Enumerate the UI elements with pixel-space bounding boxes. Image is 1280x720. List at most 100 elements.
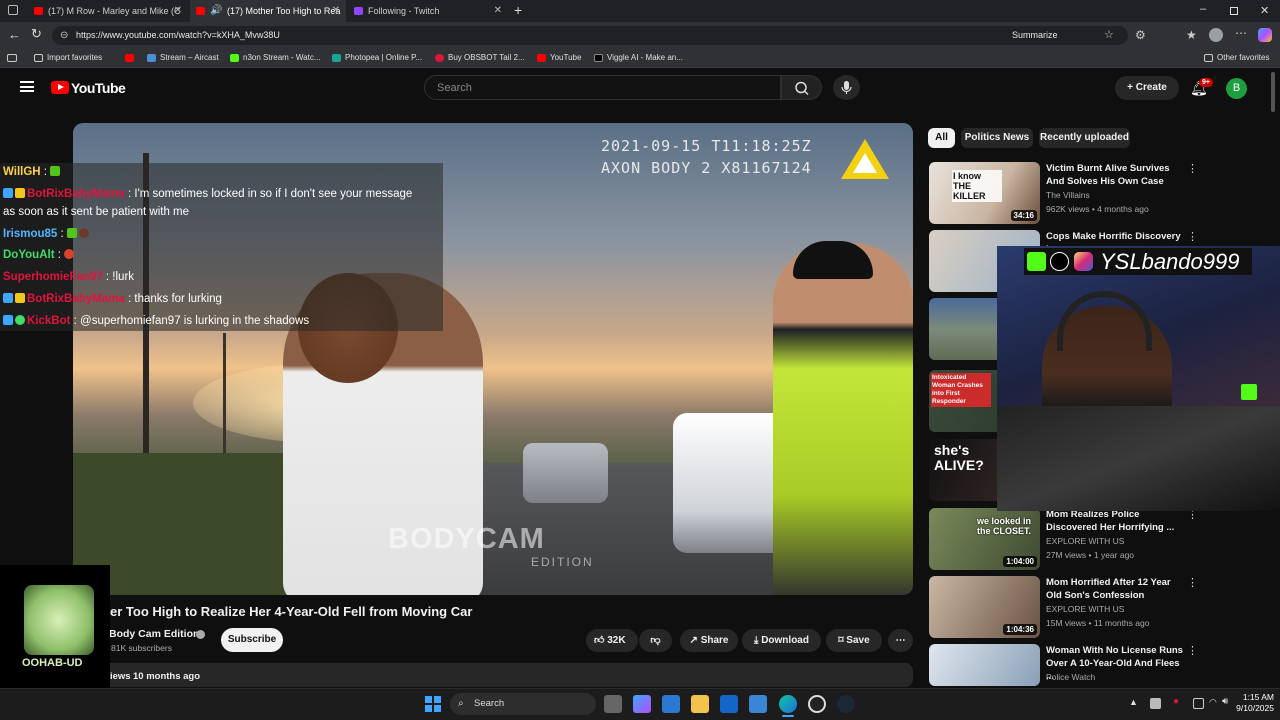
recommendation-title: Victim Burnt Alive Survives And Solves H… <box>1046 163 1170 187</box>
chip-recently-uploaded[interactable]: Recently uploaded <box>1039 128 1130 148</box>
more-vertical-icon[interactable]: ⋮ <box>1187 230 1198 243</box>
more-menu-icon[interactable]: ⋯ <box>1235 26 1247 40</box>
search-input[interactable]: Search <box>424 75 781 100</box>
kick-badge-icon <box>1241 384 1257 400</box>
tab-twitch-following[interactable]: Following - Twitch ✕ <box>348 0 508 22</box>
scrollbar-thumb[interactable] <box>1271 72 1275 112</box>
url-field[interactable]: ⊝ https://www.youtube.com/watch?v=kXHA_M… <box>52 26 1128 45</box>
hamburger-menu-icon[interactable] <box>20 81 34 92</box>
new-tab-icon[interactable]: + <box>514 2 522 18</box>
account-avatar[interactable]: B <box>1226 78 1247 99</box>
tray-mic-icon[interactable]: ● <box>1173 696 1179 707</box>
like-button[interactable]: 👍︎ 32K <box>586 629 638 652</box>
tab-actions-icon[interactable] <box>8 5 18 15</box>
view-count: iews <box>110 671 131 682</box>
tray-app-icon[interactable] <box>1150 698 1161 709</box>
restore-icon[interactable] <box>1230 7 1238 15</box>
back-icon[interactable]: ← <box>8 27 21 42</box>
bookmark-aircast[interactable]: Stream – Aircast <box>147 48 219 68</box>
network-icon[interactable]: ◠ <box>1209 697 1217 708</box>
more-actions-button[interactable]: ⋯ <box>888 629 913 652</box>
chip-all[interactable]: All <box>928 128 955 148</box>
save-button[interactable]: ⌑ Save <box>826 629 882 652</box>
dislike-button[interactable]: 👎︎ <box>639 629 672 652</box>
speaker-icon[interactable]: 🔊 <box>210 0 222 22</box>
close-window-icon[interactable]: ✕ <box>1260 4 1269 17</box>
video-thumbnail: we looked in the CLOSET. 1:04:00 <box>929 508 1040 570</box>
favorite-star-icon[interactable]: ☆ <box>1104 26 1114 45</box>
bookmark-n3on[interactable]: n3on Stream - Watc... <box>230 48 321 68</box>
parked-car <box>523 443 608 503</box>
share-icon: ↗ <box>689 635 701 646</box>
axon-logo-icon <box>841 139 889 179</box>
bot-badge-icon <box>3 188 13 198</box>
taskbar-search-input[interactable]: ⌕ Search <box>450 693 596 715</box>
refresh-icon[interactable]: ↻ <box>31 26 42 42</box>
chat-message: BotRixBabyMama : I'm sometimes locked in… <box>3 188 412 200</box>
file-explorer-icon[interactable] <box>691 695 709 713</box>
site-info-icon[interactable]: ⊝ <box>60 26 68 45</box>
more-vertical-icon[interactable]: ⋮ <box>1187 576 1198 589</box>
voice-search-button[interactable] <box>833 75 860 100</box>
subscribe-button[interactable]: Subscribe <box>221 628 283 652</box>
chat-username: WillGH <box>3 166 41 178</box>
obsbot-favicon-icon <box>435 54 444 62</box>
favorites-icon[interactable]: ★ <box>1186 28 1197 42</box>
recommendation-item[interactable]: I know THE KILLER 34:16 Victim Burnt Ali… <box>929 162 1269 226</box>
sidebar-toggle-icon[interactable] <box>7 54 17 62</box>
summarize-button[interactable]: Summarize <box>1012 26 1058 45</box>
tray-overflow-icon[interactable]: ▲ <box>1129 697 1138 707</box>
bookmark-photopea[interactable]: Photopea | Online P... <box>332 48 422 68</box>
twitch-favicon-icon <box>354 7 363 15</box>
close-tab-icon[interactable]: ✕ <box>494 0 502 22</box>
more-vertical-icon[interactable]: ⋮ <box>1187 162 1198 175</box>
task-view-icon[interactable] <box>604 695 622 713</box>
share-button[interactable]: ↗ Share <box>680 629 738 652</box>
recommendation-item[interactable]: we looked in the CLOSET. 1:04:00 Mom Rea… <box>929 508 1269 572</box>
bookmark-obsbot[interactable]: Buy OBSBOT Tail 2... <box>435 48 525 68</box>
chat-text: thanks for lurking <box>134 293 222 305</box>
search-button[interactable] <box>781 75 822 100</box>
copilot-taskbar-icon[interactable] <box>633 695 651 713</box>
share-label: Share <box>700 635 729 646</box>
chip-politics-news[interactable]: Politics News <box>961 128 1033 148</box>
close-tab-icon[interactable]: ✕ <box>332 0 340 22</box>
chat-separator: : <box>124 293 135 305</box>
obs-icon[interactable] <box>808 695 826 713</box>
verified-check-icon <box>196 630 205 639</box>
profile-avatar[interactable] <box>1209 28 1223 42</box>
close-tab-icon[interactable]: ✕ <box>174 0 182 22</box>
tab-mother-too-high[interactable]: 🔊 (17) Mother Too High to Rea ✕ <box>190 0 346 22</box>
copilot-icon[interactable] <box>1258 28 1272 42</box>
bookmark-import-favorites[interactable]: Import favorites <box>34 48 102 68</box>
windows-start-icon[interactable] <box>425 696 441 712</box>
steam-icon[interactable] <box>837 695 855 713</box>
recommendation-title: Mom Realizes Police Discovered Her Horri… <box>1046 509 1175 533</box>
more-vertical-icon[interactable]: ⋮ <box>1187 644 1198 657</box>
channel-name[interactable]: Body Cam Edition <box>109 628 199 640</box>
tray-app2-icon[interactable] <box>1193 698 1204 709</box>
thumbs-down-icon: 👎︎ <box>650 635 661 646</box>
bodycam-watermark-sub: EDITION <box>531 555 594 569</box>
bookmark-youtube[interactable]: YouTube <box>537 48 581 68</box>
bookmark-viggle[interactable]: Viggle AI - Make an... <box>594 48 683 68</box>
chat-username: Irismou85 <box>3 228 58 240</box>
recommendation-item[interactable]: 1:04:36 Mom Horrified After 12 Year Old … <box>929 576 1269 640</box>
extensions-icon[interactable]: ⚙ <box>1135 28 1146 42</box>
system-clock[interactable]: 1:15 AM 9/10/2025 <box>1228 692 1274 714</box>
download-button[interactable]: ⤓ Download <box>742 629 821 652</box>
tab-marley-and-mike[interactable]: (17) M Row - Marley and Mike (C ✕ <box>28 0 188 22</box>
edge-icon[interactable] <box>779 695 797 713</box>
chat-separator: : <box>54 249 65 261</box>
create-button[interactable]: + Create <box>1115 76 1179 100</box>
chat-separator: : <box>57 228 67 240</box>
minimize-icon[interactable]: – <box>1200 3 1206 15</box>
page-scrollbar[interactable] <box>1271 68 1277 683</box>
tab-label: (17) Mother Too High to Rea <box>227 6 341 16</box>
photos-icon[interactable] <box>749 695 767 713</box>
photopea-favicon-icon <box>332 54 341 62</box>
store-icon[interactable] <box>662 695 680 713</box>
thumbnail-caption: she's ALIVE? <box>934 442 984 473</box>
bookmark-other-favorites[interactable]: Other favorites <box>1204 48 1269 68</box>
outlook-icon[interactable] <box>720 695 738 713</box>
